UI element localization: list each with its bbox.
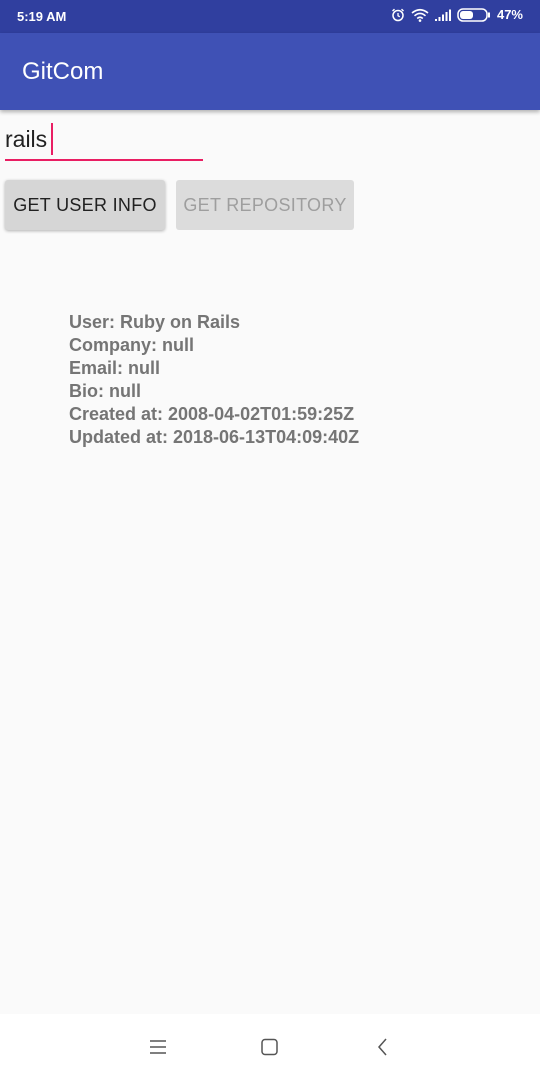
battery-icon xyxy=(457,7,491,22)
alarm-icon xyxy=(391,8,405,22)
updated-at-text: Updated at: 2018-06-13T04:09:40Z xyxy=(69,427,360,447)
status-icons: 47% xyxy=(391,7,523,22)
company-text: Company: null xyxy=(69,335,194,355)
user-name-text: User: Ruby on Rails xyxy=(69,312,241,332)
app-title: GitCom xyxy=(22,58,104,85)
get-user-info-button[interactable]: GET USER INFO xyxy=(5,180,165,230)
home-icon[interactable] xyxy=(259,1036,281,1058)
text-cursor xyxy=(51,123,53,155)
app-bar: GitCom xyxy=(0,33,540,110)
username-input[interactable] xyxy=(5,120,203,161)
back-icon[interactable] xyxy=(372,1036,394,1058)
status-time: 5:19 AM xyxy=(17,9,67,24)
get-repository-button[interactable]: GET REPOSITORY xyxy=(176,180,354,230)
bio-text: Bio: null xyxy=(69,381,141,401)
battery-percent: 47% xyxy=(496,7,523,22)
email-text: Email: null xyxy=(69,358,161,378)
status-bar: 5:19 AM 47% xyxy=(0,0,540,33)
username-field[interactable] xyxy=(5,120,203,161)
user-info-panel: User: Ruby on Rails Company: null Email:… xyxy=(69,311,359,449)
signal-icon xyxy=(434,9,451,21)
wifi-icon xyxy=(411,8,429,22)
created-at-text: Created at: 2008-04-02T01:59:25Z xyxy=(69,404,355,424)
navigation-bar xyxy=(0,1014,540,1080)
menu-icon[interactable] xyxy=(147,1036,169,1058)
